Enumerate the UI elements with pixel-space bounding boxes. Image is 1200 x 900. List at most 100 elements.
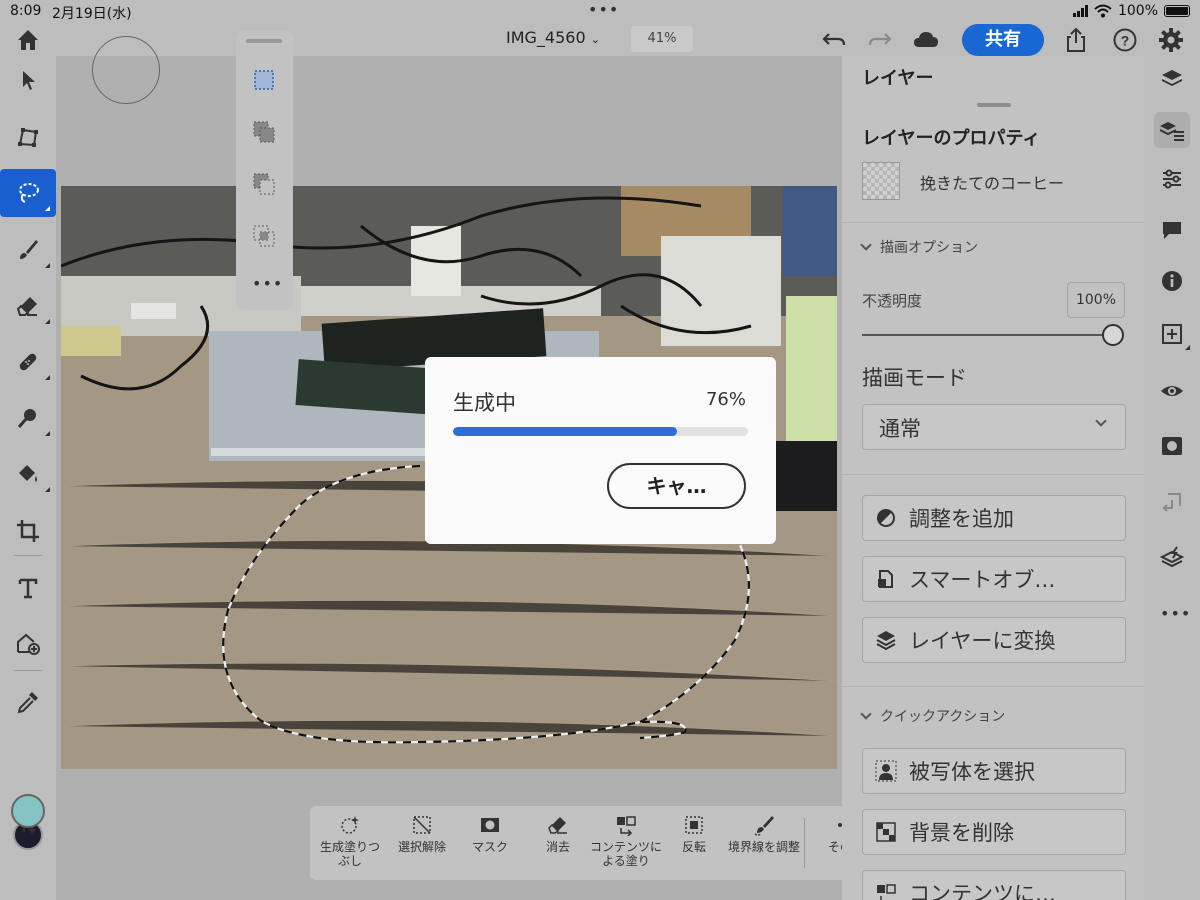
submenu-indicator-icon — [45, 206, 50, 211]
more-options-icon[interactable]: ••• — [252, 274, 283, 293]
heal-tool[interactable] — [0, 338, 56, 386]
remove-background-icon — [876, 822, 896, 842]
brush-icon — [20, 240, 38, 259]
submenu-indicator-icon — [1185, 345, 1190, 350]
subtract-selection-mode[interactable] — [250, 170, 278, 198]
multitasking-dots-icon[interactable]: ••• — [588, 0, 619, 19]
content-aware-fill-button[interactable]: コンテンツによる塗り — [590, 814, 662, 868]
share-button[interactable]: 共有 — [962, 24, 1044, 56]
generative-fill-button[interactable]: 生成塗りつぶし — [314, 814, 386, 868]
undo-button[interactable] — [820, 26, 848, 54]
layer-properties-button[interactable] — [1154, 112, 1190, 148]
draw-options-title: 描画オプション — [880, 240, 978, 256]
erase-label: 消去 — [545, 840, 570, 854]
opacity-slider-knob[interactable] — [1102, 324, 1124, 346]
eraser-icon — [548, 817, 567, 834]
layer-properties-panel: レイヤー レイヤーのプロパティ 挽きたてのコーヒー 描画オプション 不透明度 1… — [842, 56, 1144, 900]
add-layer-button[interactable] — [1154, 316, 1190, 352]
lasso-icon — [19, 183, 39, 203]
blend-mode-value: 通常 — [879, 417, 921, 441]
gear-icon — [1159, 28, 1183, 52]
progress-percent: 76% — [705, 389, 746, 410]
battery-percent: 100% — [1117, 3, 1158, 19]
adjustment-icon — [877, 509, 895, 527]
help-icon: ? — [1113, 28, 1137, 52]
quick-actions-toggle[interactable]: クイックアクション — [860, 706, 1006, 726]
selection-mode-panel: ••• — [236, 30, 293, 310]
home-icon — [18, 30, 38, 50]
document-title-button[interactable]: IMG_4560 ⌄ — [506, 28, 600, 47]
refine-edge-icon — [754, 816, 774, 836]
home-button[interactable] — [14, 26, 42, 54]
opacity-input[interactable]: 100% — [1067, 282, 1125, 318]
generating-progress-dialog: 生成中 76% キャ… — [425, 357, 776, 544]
layers-panel-button[interactable] — [1154, 61, 1190, 97]
invert-selection-button[interactable]: 反転 — [658, 814, 730, 854]
blend-mode-select[interactable]: 通常 — [862, 404, 1126, 450]
export-icon — [1067, 27, 1085, 52]
undo-icon — [822, 33, 846, 46]
info-icon — [1162, 271, 1182, 291]
info-button[interactable] — [1154, 263, 1190, 299]
add-selection-icon — [253, 121, 275, 143]
add-adjustment-button[interactable]: 調整を追加 — [862, 495, 1126, 541]
transform-tool[interactable] — [0, 113, 56, 161]
refine-edge-button[interactable]: 境界線を調整 — [728, 814, 800, 854]
cancel-button[interactable]: キャ… — [607, 463, 746, 509]
place-image-icon — [17, 633, 40, 655]
panel-drag-handle[interactable] — [977, 103, 1011, 107]
eraser-tool[interactable] — [0, 282, 56, 330]
erase-button[interactable]: 消去 — [522, 814, 594, 854]
refine-edge-label: 境界線を調整 — [728, 840, 801, 854]
settings-button[interactable] — [1157, 26, 1185, 54]
lasso-tool[interactable] — [0, 169, 56, 217]
fill-tool[interactable] — [0, 450, 56, 498]
cloud-sync-button[interactable] — [912, 26, 940, 54]
selection-context-bar: 生成塗りつぶし 選択解除 マスク 消去 コンテンツによる塗り 反転 境界線を調整… — [310, 806, 890, 880]
comments-button[interactable] — [1154, 212, 1190, 248]
draw-options-toggle[interactable]: 描画オプション — [860, 237, 978, 257]
brush-tool[interactable] — [0, 226, 56, 274]
type-tool[interactable] — [0, 564, 56, 612]
invert-icon — [685, 816, 703, 834]
more-options-icon[interactable]: ••• — [1160, 604, 1191, 623]
opacity-slider-track[interactable] — [862, 334, 1112, 336]
redo-button[interactable] — [866, 26, 894, 54]
eyedropper-tool[interactable] — [0, 678, 56, 726]
select-tool[interactable] — [0, 56, 56, 104]
panel-drag-handle[interactable] — [246, 39, 282, 43]
visibility-button[interactable] — [1154, 373, 1190, 409]
text-icon — [18, 578, 38, 599]
export-button[interactable] — [1062, 26, 1090, 54]
layer-mask-button[interactable] — [1154, 428, 1190, 464]
clip-icon — [1162, 493, 1181, 512]
place-image-tool[interactable] — [0, 620, 56, 668]
adjustments-button[interactable] — [1154, 161, 1190, 197]
help-button[interactable]: ? — [1111, 26, 1139, 54]
eye-icon — [1161, 386, 1183, 396]
crop-tool[interactable] — [0, 507, 56, 555]
deselect-button[interactable]: 選択解除 — [386, 814, 458, 854]
merge-layers-button[interactable] — [1154, 540, 1190, 576]
crop-icon — [17, 520, 39, 542]
top-toolbar: IMG_4560 ⌄ 41% 共有 ? — [0, 24, 1200, 56]
convert-to-layer-button[interactable]: レイヤーに変換 — [862, 617, 1126, 663]
new-selection-mode[interactable] — [250, 66, 278, 94]
layer-name[interactable]: 挽きたてのコーヒー — [920, 170, 1064, 194]
clipping-mask-button[interactable] — [1154, 484, 1190, 520]
dodge-burn-tool[interactable] — [0, 394, 56, 442]
layer-thumbnail[interactable] — [862, 162, 900, 200]
toolbar-divider — [14, 555, 42, 556]
content-aware-action-button[interactable]: コンテンツに… — [862, 870, 1126, 900]
bandage-icon — [19, 353, 37, 371]
mask-button[interactable]: マスク — [454, 814, 526, 854]
remove-background-button[interactable]: 背景を削除 — [862, 809, 1126, 855]
content-aware-icon — [877, 884, 896, 900]
add-selection-mode[interactable] — [250, 118, 278, 146]
foreground-color-swatch[interactable] — [11, 794, 45, 828]
select-subject-button[interactable]: 被写体を選択 — [862, 748, 1126, 794]
intersect-selection-mode[interactable] — [250, 222, 278, 250]
quick-actions-title: クイックアクション — [880, 709, 1006, 725]
smart-object-button[interactable]: スマートオブ… — [862, 556, 1126, 602]
zoom-level[interactable]: 41% — [631, 26, 693, 52]
